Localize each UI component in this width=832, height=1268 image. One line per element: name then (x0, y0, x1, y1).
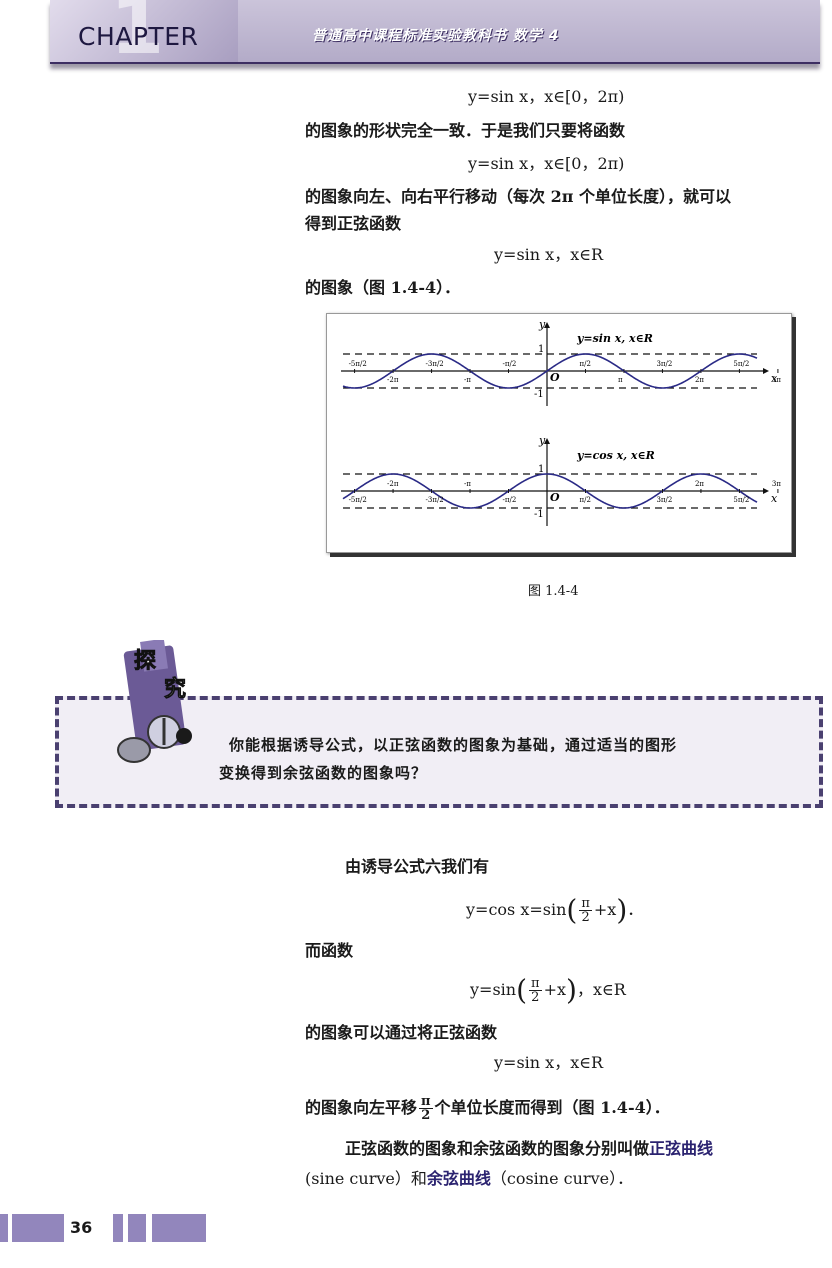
equation-4-tail: +x (593, 900, 617, 919)
paragraph-4: 的图象（图 1.4-4）． (305, 278, 461, 297)
cos-y-label: y (538, 434, 546, 447)
paren-close: ) (566, 973, 577, 1007)
tick-label: -2π (387, 480, 399, 488)
paragraph-10-start: (sine curve）和 (305, 1169, 427, 1188)
footer-bar-left (12, 1214, 64, 1242)
paragraph-10-end: （cosine curve）． (490, 1169, 634, 1188)
tick-label: 5π/2 (733, 360, 749, 368)
equation-2: y=sin x，x∈[0，2π) (468, 154, 625, 173)
cos-origin: O (550, 491, 560, 504)
figure-sin-cos: y=sin x, x∈R x y O 1 -1 -4π-7π/2-5π/2-3π… (326, 313, 792, 553)
tick-label: -π (464, 480, 471, 488)
chapter-label: CHAPTER (78, 22, 199, 51)
paragraph-8-end: 个单位长度而得到（图 1.4-4）． (434, 1098, 670, 1117)
term-sine-curve: 正弦曲线 (649, 1139, 714, 1158)
equation-3: y=sin x，x∈R (494, 245, 604, 264)
explore-char-1: 探 (134, 648, 156, 674)
paragraph-5: 由诱导公式六我们有 (345, 857, 490, 876)
equation-4: y=cos x=sin(π 2 +x)． (466, 890, 643, 931)
tick-label: 2π (695, 376, 704, 384)
equation-5-left: y=sin (470, 980, 517, 999)
figure-caption: 图 1.4-4 (528, 584, 579, 599)
tick-label: 3π (772, 376, 781, 384)
tick-label: -5π/2 (349, 496, 367, 504)
cos-label: y=cos x, x∈R (576, 449, 655, 462)
equation-4-end: ． (627, 900, 644, 919)
paren-open: ( (566, 893, 578, 927)
tick-label: -3π/2 (426, 496, 444, 504)
tick-label: -2π (387, 376, 399, 384)
footer-bar-mid (128, 1214, 146, 1242)
tick-label: 5π/2 (733, 496, 749, 504)
equation-5-end: ，x∈R (576, 980, 626, 999)
tick-label: π (618, 376, 623, 384)
paragraph-8-start: 的图象向左平移 (305, 1098, 418, 1117)
tick-label: -3π/2 (426, 360, 444, 368)
equation-5-tail: +x (543, 980, 566, 999)
paragraph-1: 的图象的形状完全一致．于是我们只要将函数 (305, 121, 626, 140)
sin-origin: O (550, 371, 560, 384)
page-number: 36 (70, 1218, 93, 1237)
explore-char-2: 究 (164, 676, 186, 702)
tick-label: -π (464, 376, 471, 384)
tick-label: -π/2 (503, 360, 517, 368)
footer-bar-left-edge (0, 1214, 8, 1242)
explore-line-2: 变换得到余弦函数的图象吗？ (219, 764, 428, 782)
paragraph-2: 的图象向左、向右平行移动（每次 2π 个单位长度），就可以 (305, 187, 731, 206)
paragraph-10: (sine curve）和余弦曲线（cosine curve）． (305, 1168, 633, 1190)
tick-label: 3π/2 (656, 496, 672, 504)
tick-label: -5π/2 (349, 360, 367, 368)
fraction-pi-over-2: π2 (419, 1094, 433, 1123)
tick-label: π/2 (579, 360, 590, 368)
paragraph-7: 的图象可以通过将正弦函数 (305, 1023, 498, 1042)
chapter-badge: 1 CHAPTER (50, 0, 238, 72)
explore-line-1: 你能根据诱导公式，以正弦函数的图象为基础，通过适当的图形 (229, 736, 678, 754)
tick-label: π/2 (579, 496, 590, 504)
tick-label: -π/2 (503, 496, 517, 504)
term-cosine-curve: 余弦曲线 (426, 1169, 491, 1188)
sin-x-arrow (763, 368, 769, 374)
cos-x-arrow (763, 488, 769, 494)
footer-bar-right (152, 1214, 206, 1242)
sin-panel: y=sin x, x∈R x y O 1 -1 -4π-7π/2-5π/2-3π… (341, 318, 781, 406)
equation-1: y=sin x，x∈[0，2π) (468, 87, 625, 106)
explore-icon: 探 究 (117, 640, 192, 763)
tick-label: 2π (695, 480, 704, 488)
equation-4-left: y=cos x=sin (466, 900, 567, 919)
equation-6: y=sin x，x∈R (494, 1053, 604, 1072)
paren-open: ( (516, 973, 528, 1007)
paragraph-9-text: 正弦函数的图象和余弦函数的图象分别叫做 (345, 1139, 650, 1158)
footer-bar-small (113, 1214, 123, 1242)
page-header: 1 CHAPTER 普通高中课程标准实验教科书 数学 4 (50, 0, 820, 72)
tick-label: 3π (772, 480, 781, 488)
tick-label: 3π/2 (656, 360, 672, 368)
sin-label: y=sin x, x∈R (576, 332, 653, 345)
equation-5: y=sin(π 2 +x)，x∈R (470, 970, 626, 1011)
cos-neg-one-label: -1 (534, 509, 544, 520)
cos-panel: y=cos x, x∈R x y O 1 -1 -3π-2π-π2π3π-4π-… (341, 434, 781, 526)
paragraph-6: 而函数 (305, 941, 354, 960)
paragraph-9: 正弦函数的图象和余弦函数的图象分别叫做正弦曲线 (345, 1138, 713, 1160)
paren-close: ) (616, 893, 628, 927)
fraction-pi-over-2: π2 (579, 896, 592, 925)
sin-neg-one-label: -1 (534, 389, 544, 400)
cos-one-label: 1 (538, 464, 544, 475)
sin-cos-graph: y=sin x, x∈R x y O 1 -1 -4π-7π/2-5π/2-3π… (341, 318, 781, 526)
fraction-pi-over-2: π2 (529, 976, 542, 1005)
book-title: 普通高中课程标准实验教科书 数学 4 (312, 28, 560, 44)
cos-x-label: x (771, 492, 778, 505)
paragraph-8: 的图象向左平移 π 2 个单位长度而得到（图 1.4-4）． (305, 1088, 670, 1128)
sin-one-label: 1 (538, 344, 544, 355)
paragraph-3: 得到正弦函数 (305, 214, 402, 233)
sin-y-label: y (538, 318, 546, 331)
